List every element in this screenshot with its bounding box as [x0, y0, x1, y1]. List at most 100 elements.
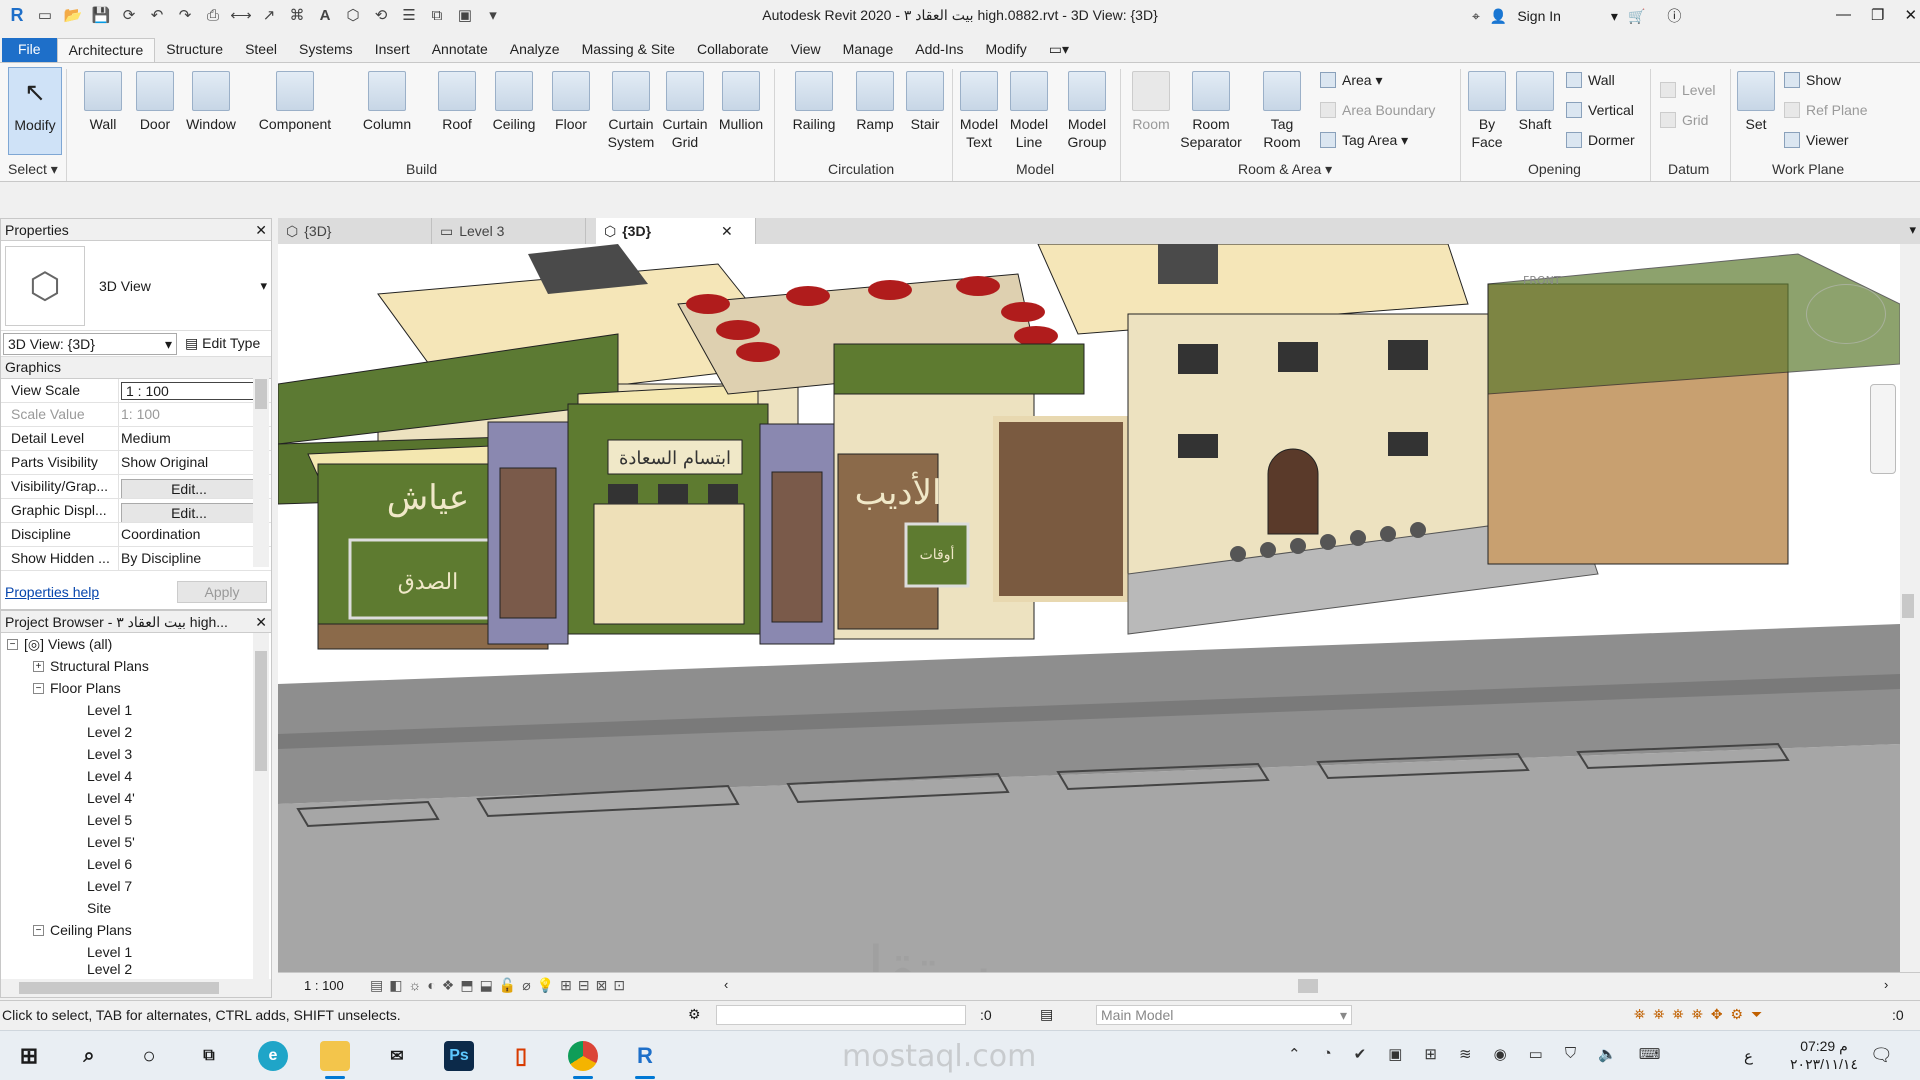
workset-selector[interactable] [716, 1005, 966, 1025]
tree-site[interactable]: Site [7, 897, 271, 919]
window-button[interactable]: Window [182, 71, 240, 133]
reveal-constraints-icon[interactable]: ⊡ [613, 977, 625, 994]
thin-lines-icon[interactable]: ☰ [398, 4, 420, 26]
type-selector[interactable]: 3D View [99, 278, 260, 294]
file-explorer-icon[interactable] [320, 1041, 350, 1079]
undo-icon[interactable]: ↶ [146, 4, 168, 26]
cart-icon[interactable]: 🛒 [1628, 8, 1645, 25]
crop-view-icon[interactable]: ⬒ [460, 977, 473, 994]
curtain-system-button[interactable]: Curtain System [604, 71, 658, 151]
show-crop-icon[interactable]: ⬓ [480, 977, 493, 994]
ref-plane-button[interactable]: Ref Plane [1784, 99, 1867, 121]
restore-icon[interactable]: ❐ [1871, 6, 1884, 24]
graphics-group[interactable]: Graphics [1, 357, 271, 379]
tree-level-1[interactable]: Level 1 [7, 699, 271, 721]
properties-scrollbar[interactable] [253, 359, 269, 567]
model-group-button[interactable]: Model Group [1060, 71, 1114, 151]
curtain-grid-button[interactable]: Curtain Grid [660, 71, 710, 151]
binoculars-icon[interactable]: ⌖ [1472, 8, 1480, 25]
save-icon[interactable]: 💾 [90, 4, 112, 26]
minimize-icon[interactable]: — [1836, 6, 1851, 24]
tree-ceiling-level-1[interactable]: Level 1 [7, 941, 271, 963]
worksets-icon[interactable]: ⚙ [688, 1006, 701, 1023]
keyboard-icon[interactable]: ⌨ [1639, 1045, 1661, 1063]
tab-collaborate[interactable]: Collaborate [686, 38, 780, 62]
select-dropdown[interactable]: Select ▾ [8, 161, 58, 178]
navigation-bar[interactable] [1870, 384, 1896, 474]
wifi-icon[interactable]: ≋ [1459, 1045, 1472, 1063]
door-button[interactable]: Door [132, 71, 178, 133]
close-browser-icon[interactable]: ✕ [255, 614, 267, 630]
close-properties-icon[interactable]: ✕ [255, 222, 267, 238]
browser-scrollbar[interactable] [253, 633, 269, 979]
customize-qa-icon[interactable]: ▾ [482, 4, 504, 26]
worksharing-icon[interactable]: ⊞ [560, 977, 572, 994]
3d-viewport[interactable]: عياش الصدق ابتسام السعادة الأديب أوقات F… [278, 244, 1900, 972]
vertical-button[interactable]: Vertical [1566, 99, 1634, 121]
detail-level-icon[interactable]: ▤ [370, 977, 383, 994]
room-button[interactable]: Room [1128, 71, 1174, 133]
modify-button[interactable]: ↖ Modify [8, 67, 62, 155]
properties-help-link[interactable]: Properties help [5, 584, 99, 600]
by-face-button[interactable]: By Face [1464, 71, 1510, 151]
section-icon[interactable]: ⟲ [370, 4, 392, 26]
input-language[interactable]: ع [1744, 1047, 1753, 1065]
photoshop-icon[interactable]: Ps [444, 1041, 474, 1071]
tab-file[interactable]: File [2, 38, 57, 62]
notifications-icon[interactable]: 🗨 [1870, 1045, 1893, 1066]
tab-manage[interactable]: Manage [832, 38, 905, 62]
tree-level-4-prime[interactable]: Level 4' [7, 787, 271, 809]
sign-in-link[interactable]: Sign In [1517, 8, 1561, 24]
roof-button[interactable]: Roof [434, 71, 480, 133]
sun-path-icon[interactable]: ☼ [408, 977, 421, 994]
office-icon[interactable]: ▯ [506, 1041, 536, 1071]
opening-wall-button[interactable]: Wall [1566, 69, 1615, 91]
tab-3d-view-active[interactable]: ⬡ {3D} ✕ [596, 218, 756, 244]
tab-insert[interactable]: Insert [364, 38, 421, 62]
show-button[interactable]: Show [1784, 69, 1841, 91]
mail-icon[interactable]: ✉ [382, 1041, 412, 1071]
print-icon[interactable]: ⎙ [202, 4, 224, 26]
shadows-icon[interactable]: ◐ [427, 977, 435, 994]
design-options-icon[interactable]: ▤ [1040, 1006, 1053, 1023]
tab-view[interactable]: View [780, 38, 832, 62]
tree-structural-plans[interactable]: + Structural Plans [7, 655, 271, 677]
tree-level-6[interactable]: Level 6 [7, 853, 271, 875]
render-icon[interactable]: ❖ [442, 977, 455, 994]
view-scale-label[interactable]: 1 : 100 [304, 978, 344, 993]
select-pinned-icon[interactable]: ⛯ [1672, 1006, 1683, 1023]
folder-open-icon[interactable]: 📂 [62, 4, 84, 26]
edge-icon[interactable]: e [258, 1041, 288, 1071]
tab-systems[interactable]: Systems [288, 38, 364, 62]
temporary-hide-icon[interactable]: ⌀ [522, 977, 530, 994]
mullion-button[interactable]: Mullion [712, 71, 770, 133]
tree-level-3[interactable]: Level 3 [7, 743, 271, 765]
type-dropdown-icon[interactable]: ▾ [260, 278, 267, 294]
ribbon-toggle-icon[interactable]: ▭▾ [1038, 38, 1080, 62]
open-icon[interactable]: ▭ [34, 4, 56, 26]
area-button[interactable]: Area ▾ [1320, 69, 1383, 91]
scroll-right-icon[interactable]: › [1884, 977, 1888, 992]
railing-button[interactable]: Railing [786, 71, 842, 133]
dormer-button[interactable]: Dormer [1566, 129, 1635, 151]
close-hidden-icon[interactable]: ⧉ [426, 4, 448, 26]
tree-level-5[interactable]: Level 5 [7, 809, 271, 831]
tab-massing-site[interactable]: Massing & Site [571, 38, 686, 62]
visual-style-icon[interactable]: ◧ [389, 977, 402, 994]
highlight-displacement-icon[interactable]: ⊠ [596, 977, 608, 994]
level-button[interactable]: Level [1660, 79, 1715, 101]
tab-level-3[interactable]: ▭ Level 3 [432, 218, 586, 244]
chrome-icon[interactable] [568, 1041, 598, 1079]
stair-button[interactable]: Stair [902, 71, 948, 133]
select-underlay-icon[interactable]: ⛯ [1653, 1006, 1664, 1023]
revit-logo-icon[interactable]: R [6, 4, 28, 26]
tab-modify[interactable]: Modify [975, 38, 1038, 62]
battery-icon[interactable]: ▭ [1529, 1045, 1543, 1063]
browser-hscrollbar[interactable] [1, 979, 271, 997]
design-option-selector[interactable]: Main Model ▾ [1096, 1005, 1352, 1025]
tab-architecture[interactable]: Architecture [56, 38, 156, 62]
tab-analyze[interactable]: Analyze [499, 38, 571, 62]
reveal-hidden-icon[interactable]: 💡 [537, 977, 554, 994]
tree-level-5-prime[interactable]: Level 5' [7, 831, 271, 853]
prop-show-hidden[interactable]: Show Hidden ... By Discipline [1, 547, 271, 571]
